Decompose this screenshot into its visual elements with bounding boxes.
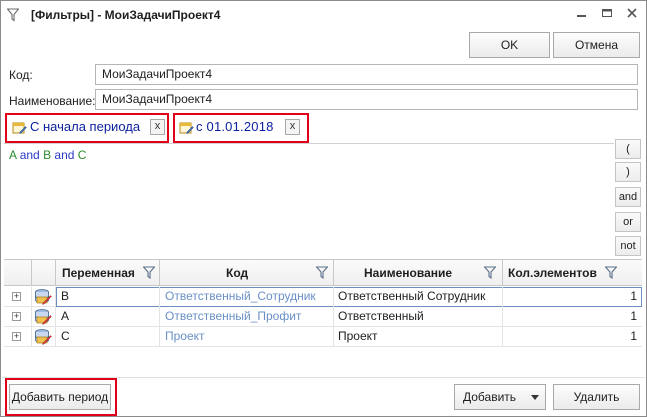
- name-label: Наименование:: [9, 94, 96, 108]
- cell-count: 1: [630, 329, 637, 343]
- formula-operator: and: [54, 148, 75, 162]
- filters-dialog: [Фильтры] - МоиЗадачиПроект4 OK Отмена К…: [0, 0, 647, 417]
- filter-icon[interactable]: [605, 266, 617, 279]
- column-header-label: Наименование: [364, 266, 453, 280]
- column-header-name[interactable]: Наименование: [334, 260, 503, 286]
- filter-icon[interactable]: [484, 266, 496, 279]
- remove-period-button[interactable]: x: [285, 119, 300, 135]
- expand-icon[interactable]: +: [12, 292, 21, 301]
- cell-code-link[interactable]: Ответственный_Сотрудник: [160, 287, 334, 307]
- period-chip-label: с 01.01.2018: [196, 119, 274, 134]
- formula-variable: B: [43, 148, 52, 162]
- table-row[interactable]: + B Ответственный_Сотрудник Ответственны…: [4, 287, 642, 307]
- cell-name: Ответственный Сотрудник: [334, 287, 503, 307]
- period-chip[interactable]: с 01.01.2018 x: [177, 117, 305, 138]
- formula-variable: A: [9, 148, 17, 162]
- table-row[interactable]: + A Ответственный_Профит Ответственный 1: [4, 307, 642, 327]
- row-icon-cell: [32, 327, 56, 347]
- title-bar: [Фильтры] - МоиЗадачиПроект4: [1, 1, 646, 29]
- database-edit-icon: [35, 289, 52, 305]
- column-header-code[interactable]: Код: [160, 260, 334, 286]
- calendar-edit-icon: [179, 122, 194, 134]
- calendar-edit-icon: [12, 122, 27, 134]
- table-row[interactable]: + C Проект Проект 1: [4, 327, 642, 347]
- remove-period-button[interactable]: x: [150, 119, 165, 135]
- expand-icon[interactable]: +: [12, 332, 21, 341]
- minimize-icon[interactable]: [571, 4, 593, 22]
- operator-buttons: ( ) and or not: [615, 138, 642, 258]
- cell-variable: A: [56, 307, 160, 327]
- cell-name: Ответственный: [334, 307, 503, 327]
- expand-icon[interactable]: +: [12, 312, 21, 321]
- and-button[interactable]: and: [615, 187, 641, 207]
- expand-cell: +: [4, 327, 32, 347]
- filter-icon: [7, 8, 19, 22]
- add-button[interactable]: Добавить: [454, 384, 546, 410]
- database-edit-icon: [35, 309, 52, 325]
- period-chip[interactable]: С начала периода x: [10, 117, 167, 138]
- cell-code-link[interactable]: Проект: [160, 327, 334, 347]
- chevron-down-icon[interactable]: [531, 395, 539, 400]
- cell-count: 1: [630, 309, 637, 323]
- filter-icon[interactable]: [143, 266, 155, 279]
- expand-cell: +: [4, 287, 32, 307]
- not-button[interactable]: not: [615, 236, 641, 256]
- formula-variable: C: [77, 148, 87, 162]
- cell-variable: B: [56, 287, 160, 307]
- close-icon[interactable]: [621, 4, 643, 22]
- row-icon-cell: [32, 287, 56, 307]
- delete-button[interactable]: Удалить: [553, 384, 640, 410]
- close-paren-button[interactable]: ): [615, 162, 641, 182]
- icon-column-header: [32, 260, 56, 286]
- cell-name: Проект: [334, 327, 503, 347]
- table-header: Переменная Код Наименование Кол.элементо…: [4, 260, 642, 286]
- column-header-count[interactable]: Кол.элементов: [503, 260, 642, 286]
- or-button[interactable]: or: [615, 212, 641, 232]
- expand-cell: +: [4, 307, 32, 327]
- database-edit-icon: [35, 329, 52, 345]
- row-icon-cell: [32, 307, 56, 327]
- filter-icon[interactable]: [316, 266, 328, 279]
- column-header-label: Переменная: [62, 266, 135, 280]
- column-header-label: Кол.элементов: [508, 266, 597, 280]
- column-header-label: Код: [226, 266, 249, 280]
- formula-editor[interactable]: A and B and C: [4, 143, 614, 258]
- cancel-button[interactable]: Отмена: [553, 32, 640, 58]
- open-paren-button[interactable]: (: [615, 139, 641, 159]
- code-field[interactable]: МоиЗадачиПроект4: [95, 64, 638, 85]
- cell-count: 1: [630, 289, 637, 303]
- cell-code-link[interactable]: Ответственный_Профит: [160, 307, 334, 327]
- add-period-button[interactable]: Добавить период: [9, 384, 111, 410]
- formula-operator: and: [19, 148, 40, 162]
- code-label: Код:: [9, 68, 33, 82]
- cell-variable: C: [56, 327, 160, 347]
- maximize-icon[interactable]: [596, 4, 618, 22]
- window-title: [Фильтры] - МоиЗадачиПроект4: [31, 8, 221, 22]
- ok-button[interactable]: OK: [469, 32, 550, 58]
- expand-column-header: [4, 260, 32, 286]
- add-button-label: Добавить: [463, 390, 517, 404]
- variables-table: Переменная Код Наименование Кол.элементо…: [4, 259, 642, 375]
- column-header-variable[interactable]: Переменная: [56, 260, 160, 286]
- name-field[interactable]: МоиЗадачиПроект4: [95, 89, 638, 110]
- formula-expression: A and B and C: [9, 148, 86, 162]
- period-chip-label: С начала периода: [30, 119, 141, 134]
